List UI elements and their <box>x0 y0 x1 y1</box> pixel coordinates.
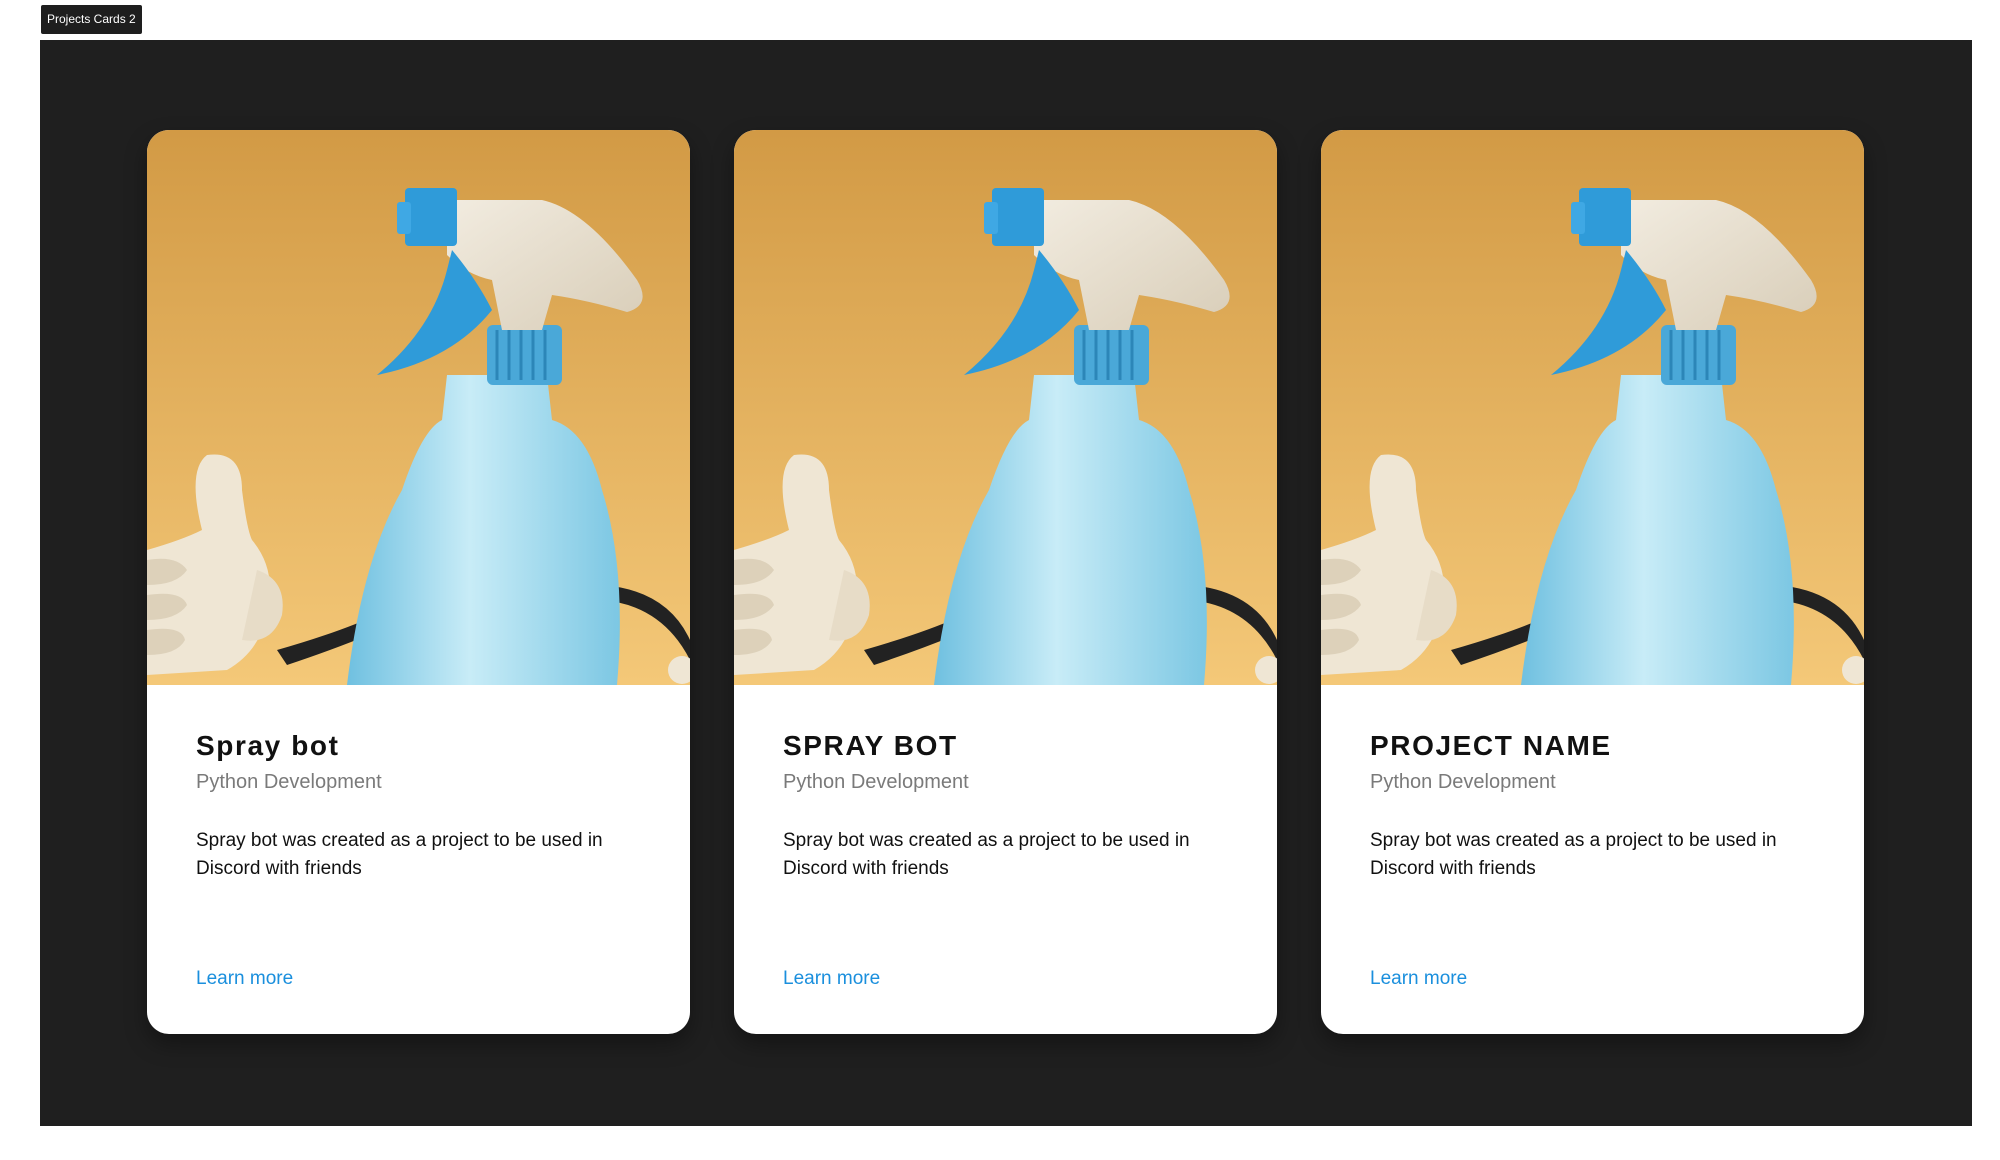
project-card: PROJECT NAME Python Development Spray bo… <box>1321 130 1864 1034</box>
project-card: SPRAY BOT Python Development Spray bot w… <box>734 130 1277 1034</box>
learn-more-link[interactable]: Learn more <box>1370 968 1467 990</box>
frame-label: Projects Cards 2 <box>41 5 142 34</box>
card-title: SPRAY BOT <box>783 730 958 761</box>
spray-bottle-image <box>147 130 690 685</box>
card-title: Spray bot <box>196 730 340 761</box>
card-body: PROJECT NAME Python Development Spray bo… <box>1370 685 1824 1034</box>
spray-bottle-image <box>1321 130 1864 685</box>
card-subtitle: Python Development <box>783 771 969 793</box>
card-description: Spray bot was created as a project to be… <box>783 830 1190 879</box>
learn-more-link[interactable]: Learn more <box>196 968 293 990</box>
card-body: Spray bot Python Development Spray bot w… <box>196 685 650 1034</box>
spray-bottle-image <box>734 130 1277 685</box>
card-subtitle: Python Development <box>1370 771 1556 793</box>
project-card: Spray bot Python Development Spray bot w… <box>147 130 690 1034</box>
learn-more-link[interactable]: Learn more <box>783 968 880 990</box>
card-body: SPRAY BOT Python Development Spray bot w… <box>783 685 1237 1034</box>
card-title: PROJECT NAME <box>1370 730 1612 761</box>
card-description: Spray bot was created as a project to be… <box>1370 830 1777 879</box>
card-description: Spray bot was created as a project to be… <box>196 830 603 879</box>
card-subtitle: Python Development <box>196 771 382 793</box>
cards-row: Spray bot Python Development Spray bot w… <box>147 130 1864 1034</box>
projects-cards-frame: Spray bot Python Development Spray bot w… <box>40 40 1972 1126</box>
